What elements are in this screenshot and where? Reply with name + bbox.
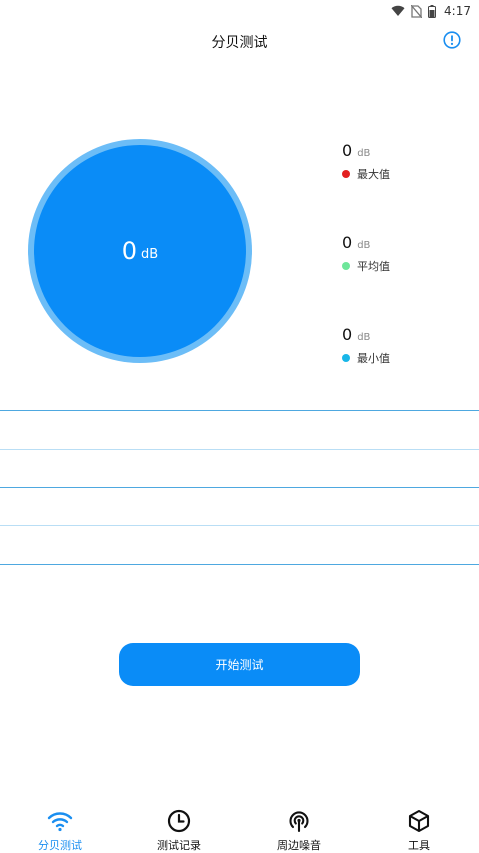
nav-label: 工具 <box>408 839 430 852</box>
header: 分贝测试 <box>0 28 479 56</box>
start-test-button[interactable]: 开始测试 <box>119 643 360 686</box>
wifi-icon <box>47 811 73 831</box>
no-sim-icon <box>411 4 423 18</box>
stat-min-value: 0 <box>342 325 353 344</box>
chart-line-4 <box>0 525 479 526</box>
broadcast-icon <box>289 811 309 832</box>
stat-avg: 0 dB 平均值 <box>342 233 462 274</box>
status-time: 4:17 <box>444 4 471 18</box>
stat-avg-unit: dB <box>357 240 371 251</box>
stat-min: 0 dB 最小值 <box>342 325 462 366</box>
gauge-inner: 0 dB <box>34 145 246 357</box>
nav-label: 分贝测试 <box>38 839 82 852</box>
chart-line-5 <box>0 564 479 565</box>
clock-icon <box>167 809 191 832</box>
stat-max: 0 dB 最大值 <box>342 141 462 182</box>
cube-icon <box>408 809 430 832</box>
nav-label: 周边噪音 <box>277 839 321 852</box>
gauge-value: 0 <box>121 237 138 265</box>
bottom-nav: 分贝测试 测试记录 周边噪音 工具 <box>0 808 479 853</box>
avg-dot-icon <box>342 262 350 270</box>
stat-avg-value: 0 <box>342 233 353 252</box>
max-dot-icon <box>342 170 350 178</box>
min-dot-icon <box>342 354 350 362</box>
chart-line-1 <box>0 410 479 411</box>
stat-max-unit: dB <box>357 148 371 159</box>
chart-line-3 <box>0 487 479 488</box>
battery-icon <box>428 4 437 18</box>
stat-avg-label: 平均值 <box>357 260 390 273</box>
stat-min-label: 最小值 <box>357 352 390 365</box>
info-button[interactable] <box>443 31 461 49</box>
gauge-unit: dB <box>141 246 159 262</box>
wifi-signal-icon <box>391 5 405 17</box>
nav-item-tools[interactable]: 工具 <box>359 808 479 853</box>
nav-item-ambient-noise[interactable]: 周边噪音 <box>239 808 359 853</box>
status-bar: 4:17 <box>0 0 479 22</box>
app-screen: 4:17 分贝测试 0 dB 0 dB 最大值 0 dB 平均值 0 dB 最小… <box>0 0 479 853</box>
nav-item-decibel-test[interactable]: 分贝测试 <box>0 808 120 853</box>
stat-max-value: 0 <box>342 141 353 160</box>
page-title: 分贝测试 <box>211 35 268 51</box>
stat-max-label: 最大值 <box>357 168 390 181</box>
nav-label: 测试记录 <box>157 839 201 852</box>
info-icon <box>443 31 461 49</box>
nav-item-test-records[interactable]: 测试记录 <box>119 808 239 853</box>
decibel-gauge: 0 dB <box>28 139 252 363</box>
chart-line-2 <box>0 449 479 450</box>
stat-min-unit: dB <box>357 332 371 343</box>
